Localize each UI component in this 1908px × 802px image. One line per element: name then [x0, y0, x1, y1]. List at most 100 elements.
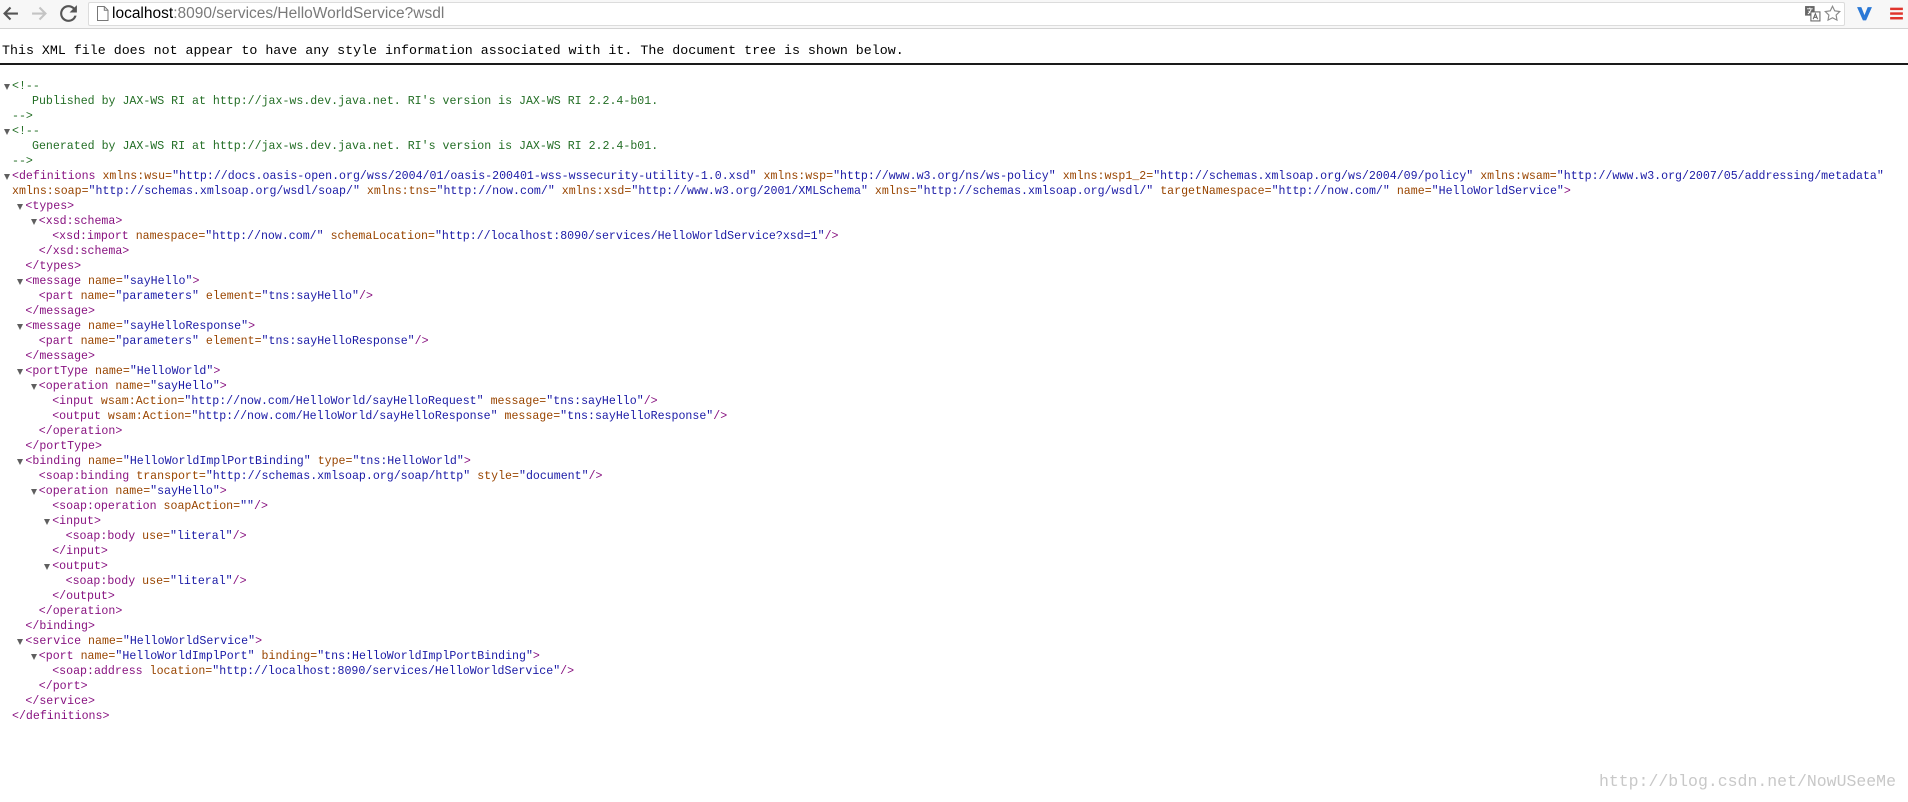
collapse-triangle-icon[interactable] [17, 639, 24, 645]
tag-name: xsd:import [59, 230, 129, 243]
collapse-triangle-icon[interactable] [17, 279, 24, 285]
reload-icon[interactable] [60, 5, 77, 22]
tag-bracket: > [107, 590, 115, 603]
tag-name: service [32, 635, 82, 648]
attribute-name: name [88, 320, 116, 333]
tag-bracket: </ [25, 260, 40, 273]
attribute-quote: " [636, 395, 644, 408]
attribute-name: style [477, 470, 512, 483]
comment-open: <!-- [12, 80, 40, 93]
tag-bracket: > [122, 245, 130, 258]
attribute-equals: = [115, 275, 123, 288]
attribute-quote: " [490, 410, 498, 423]
collapse-triangle-icon[interactable] [4, 174, 10, 180]
xml-line: <soap:address location="http://localhost… [0, 664, 1908, 679]
xml-line: </message> [0, 304, 1908, 319]
tag-name: soap:body [72, 575, 136, 588]
attribute-name: xmlns:wsam [1480, 170, 1550, 183]
attribute-name: xmlns:soap [12, 185, 82, 198]
tag-bracket: /> [713, 410, 728, 423]
xml-line: <!-- [0, 124, 1908, 139]
attribute-value: HelloWorldService [1438, 185, 1557, 198]
attribute-value: http://localhost:8090/services/HelloWorl… [441, 230, 818, 243]
attribute-value: http://www.w3.org/2007/05/addressing/met… [1563, 170, 1877, 183]
collapse-triangle-icon[interactable] [30, 219, 37, 225]
collapse-triangle-icon[interactable] [44, 564, 51, 570]
tag-bracket: > [74, 260, 82, 273]
attribute: binding="tns:HelloWorldImplPortBinding" [262, 650, 533, 663]
browser-toolbar: localhost:8090/services/HelloWorldServic… [0, 0, 1908, 29]
attribute-quote: " [261, 290, 269, 303]
attribute-value: parameters [122, 290, 192, 303]
collapse-triangle-icon[interactable] [4, 129, 10, 135]
tag-bracket: </ [52, 590, 67, 603]
xml-line: <soap:binding transport="http://schemas.… [0, 469, 1908, 484]
tag-bracket: </ [25, 305, 40, 318]
attribute-value: http://www.w3.org/ns/ws-policy [840, 170, 1049, 183]
attribute-value: http://schemas.xmlsoap.org/wsdl/soap/ [95, 185, 353, 198]
address-bar[interactable]: localhost:8090/services/HelloWorldServic… [88, 2, 1845, 26]
star-icon[interactable] [1824, 5, 1841, 22]
attribute-quote: " [352, 185, 360, 198]
attribute-value: sayHelloResponse [129, 320, 242, 333]
xml-line: <operation name="sayHello"> [0, 484, 1908, 499]
attribute-value: literal [176, 530, 226, 543]
collapse-triangle-icon[interactable] [17, 324, 24, 330]
attribute-value: tns:sayHelloResponse [567, 410, 707, 423]
xml-line: <portType name="HelloWorld"> [0, 364, 1908, 379]
collapse-triangle-icon[interactable] [17, 369, 24, 375]
attribute: message="tns:sayHelloResponse" [505, 410, 714, 423]
collapse-triangle-icon[interactable] [30, 654, 37, 660]
tag-bracket: </ [38, 425, 53, 438]
attribute: xmlns:soap="http://schemas.xmlsoap.org/w… [12, 185, 360, 198]
tag-bracket: > [532, 650, 540, 663]
attribute: transport="http://schemas.xmlsoap.org/so… [136, 470, 470, 483]
tag-bracket: > [213, 365, 221, 378]
xml-line: </xsd:schema> [0, 244, 1908, 259]
collapse-triangle-icon[interactable] [30, 384, 37, 390]
collapse-triangle-icon[interactable] [17, 204, 24, 210]
tag-name: xsd:schema [52, 245, 123, 258]
attribute-quote: " [122, 635, 130, 648]
tag-bracket: </ [25, 440, 40, 453]
attribute: type="tns:HelloWorld" [318, 455, 464, 468]
collapse-triangle-icon[interactable] [17, 459, 24, 465]
attribute-quote: " [860, 185, 868, 198]
attribute: name="sayHello" [115, 380, 219, 393]
forward-arrow-icon[interactable] [31, 5, 48, 22]
attribute: name="HelloWorld" [95, 365, 213, 378]
collapse-triangle-icon[interactable] [4, 84, 10, 90]
attribute-name: targetNamespace [1160, 185, 1265, 198]
back-arrow-icon[interactable] [2, 5, 19, 22]
attribute: use="literal" [142, 575, 232, 588]
tag-bracket: < [65, 575, 73, 588]
comment-text: Published by JAX-WS RI at http://jax-ws.… [32, 95, 659, 108]
attribute-value: sayHello [129, 275, 186, 288]
menu-icon[interactable] [1888, 5, 1905, 22]
attribute-name: binding [261, 650, 311, 663]
xml-line: <message name="sayHelloResponse"> [0, 319, 1908, 334]
xml-line: <part name="parameters" element="tns:say… [0, 289, 1908, 304]
collapse-triangle-icon[interactable] [30, 489, 37, 495]
attribute-name: namespace [135, 230, 199, 243]
tag-name: operation [52, 605, 116, 618]
attribute-quote: " [434, 230, 442, 243]
attribute-value: http://now.com/HelloWorld/sayHelloRespon… [198, 410, 491, 423]
attribute: xmlns:xsd="http://www.w3.org/2001/XMLSch… [562, 185, 868, 198]
tag-name: port [45, 650, 74, 663]
attribute: schemaLocation="http://localhost:8090/se… [331, 230, 825, 243]
tag-name: message [39, 305, 89, 318]
xml-line: <part name="parameters" element="tns:say… [0, 334, 1908, 349]
attribute: wsam:Action="http://now.com/HelloWorld/s… [108, 410, 498, 423]
v-extension-icon[interactable] [1856, 5, 1873, 22]
translate-icon[interactable] [1804, 5, 1821, 22]
tag-bracket: /> [254, 500, 268, 513]
attribute-quote: " [303, 455, 311, 468]
tag-bracket: </ [25, 350, 40, 363]
tag-name: message [32, 320, 82, 333]
attribute-name: schemaLocation [330, 230, 428, 243]
tag-bracket: > [115, 425, 123, 438]
collapse-triangle-icon[interactable] [44, 519, 51, 525]
attribute-quote: " [212, 380, 220, 393]
attribute-name: element [205, 290, 255, 303]
